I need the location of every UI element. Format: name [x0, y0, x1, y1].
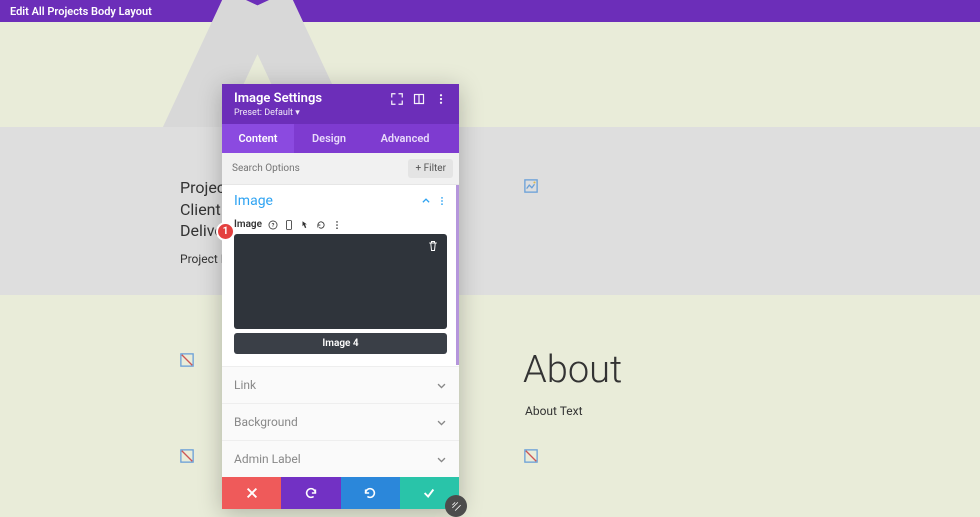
cancel-button[interactable] — [222, 477, 281, 509]
image-field-label: Image — [234, 219, 262, 230]
annotation-badge-1: 1 — [216, 222, 235, 241]
project-sub: Project I — [180, 252, 225, 266]
section-admin-label-label: Admin Label — [234, 452, 301, 466]
more-icon[interactable] — [332, 220, 342, 230]
preset-label[interactable]: Preset: Default ▾ — [234, 108, 447, 118]
reset-icon[interactable] — [316, 220, 326, 230]
broken-image-icon — [524, 448, 538, 462]
chevron-up-icon[interactable] — [421, 196, 431, 206]
snap-icon[interactable] — [413, 93, 425, 105]
section-image-title[interactable]: Image — [234, 193, 273, 209]
section-background-label: Background — [234, 415, 298, 429]
broken-image-icon — [180, 448, 194, 462]
tab-advanced[interactable]: Advanced — [364, 124, 446, 153]
section-link[interactable]: Link — [222, 366, 459, 403]
more-icon[interactable] — [437, 196, 447, 206]
search-input[interactable] — [232, 163, 408, 174]
page-title: Edit All Projects Body Layout — [10, 5, 152, 18]
chevron-down-icon — [436, 454, 447, 465]
image-preview-caption: Image 4 — [234, 333, 447, 354]
search-row: + Filter — [222, 153, 459, 185]
modal-tabs: Content Design Advanced — [222, 124, 459, 153]
project-text-block: Projec Client Delive Project I — [180, 177, 225, 266]
section-link-label: Link — [234, 378, 256, 392]
chevron-down-icon — [436, 380, 447, 391]
image-field-label-row: Image ? — [234, 219, 447, 230]
about-heading: About — [523, 348, 622, 392]
undo-button[interactable] — [281, 477, 340, 509]
section-image: Image Image ? Image 4 — [222, 185, 459, 366]
tablet-icon[interactable] — [284, 220, 294, 230]
tab-design[interactable]: Design — [294, 124, 364, 153]
svg-text:?: ? — [272, 222, 275, 228]
background-band — [0, 127, 980, 295]
resize-handle[interactable] — [445, 495, 467, 517]
section-admin-label[interactable]: Admin Label — [222, 440, 459, 477]
image-preview[interactable] — [234, 234, 447, 329]
about-text: About Text — [525, 404, 583, 418]
trash-icon[interactable] — [427, 240, 439, 252]
project-line-2: Client — [180, 199, 225, 221]
tab-content[interactable]: Content — [222, 124, 294, 153]
modal-title: Image Settings — [234, 91, 322, 106]
topbar: Edit All Projects Body Layout — [0, 0, 980, 22]
modal-header[interactable]: Image Settings Preset: Default ▾ — [222, 84, 459, 124]
section-background[interactable]: Background — [222, 403, 459, 440]
redo-button[interactable] — [341, 477, 400, 509]
chevron-down-icon — [436, 417, 447, 428]
image-settings-modal: Image Settings Preset: Default ▾ Content… — [222, 84, 459, 509]
expand-icon[interactable] — [391, 93, 403, 105]
filter-button[interactable]: + Filter — [408, 159, 453, 178]
more-icon[interactable] — [435, 93, 447, 105]
broken-image-icon — [524, 178, 538, 192]
help-icon[interactable]: ? — [268, 220, 278, 230]
broken-image-icon — [180, 352, 194, 366]
hover-icon[interactable] — [300, 220, 310, 230]
project-line-1: Projec — [180, 177, 225, 199]
modal-footer — [222, 477, 459, 509]
modal-body: Image Image ? Image 4 Link — [222, 185, 459, 477]
